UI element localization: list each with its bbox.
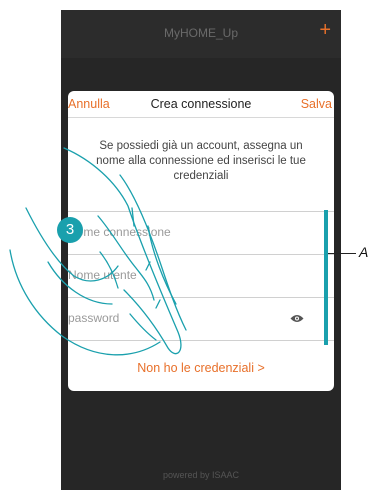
callout-bracket <box>324 210 328 345</box>
callout-leader-line <box>328 253 356 254</box>
callout-letter: A <box>359 244 369 260</box>
pointing-hand-illustration <box>9 147 187 356</box>
step-number-badge: 3 <box>57 217 83 243</box>
